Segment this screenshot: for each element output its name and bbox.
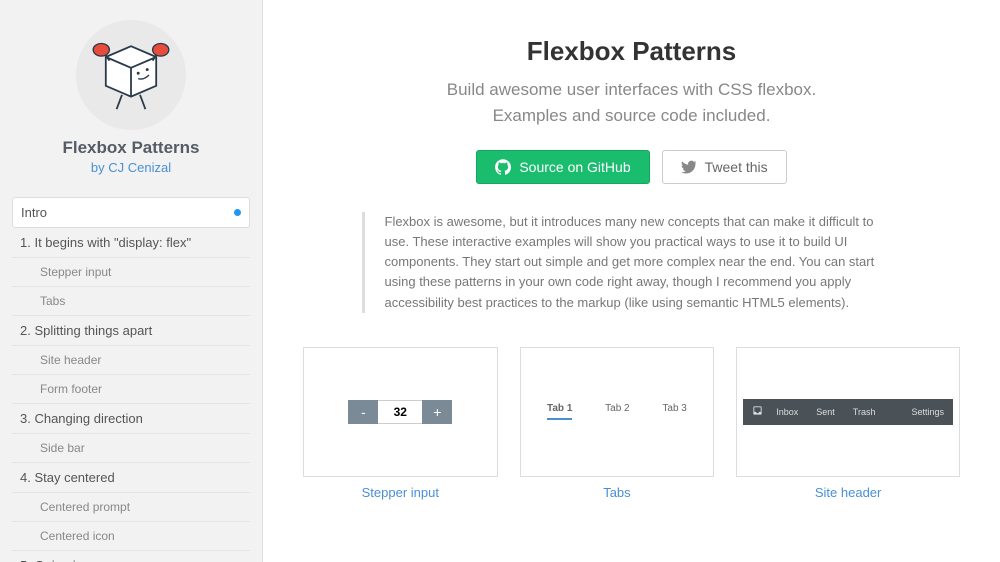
card-preview: Tab 1 Tab 2 Tab 3 — [520, 347, 715, 477]
tweet-button[interactable]: Tweet this — [662, 150, 787, 184]
header-item: Inbox — [767, 407, 807, 417]
header-item: Trash — [844, 407, 885, 417]
nav-item-label: 5. Going in reverse — [20, 558, 130, 562]
nav-item-label: Centered icon — [40, 529, 115, 543]
nav-item[interactable]: Stepper input — [12, 258, 250, 287]
stepper-value — [378, 400, 422, 424]
card-label: Stepper input — [303, 485, 498, 500]
nav-item-label: 1. It begins with "display: flex" — [20, 235, 191, 250]
cube-boxer-logo — [86, 30, 176, 120]
site-header-preview: Inbox Sent Trash Settings — [743, 399, 953, 425]
nav-item-label: 3. Changing direction — [20, 411, 143, 426]
button-row: Source on GitHub Tweet this — [303, 150, 960, 184]
nav-item-label: Form footer — [40, 382, 102, 396]
card-label: Site header — [736, 485, 960, 500]
header-item: Settings — [902, 407, 953, 417]
main-content: Flexbox Patterns Build awesome user inte… — [263, 0, 1000, 562]
tab-item: Tab 2 — [605, 403, 629, 420]
card-site-header[interactable]: Inbox Sent Trash Settings Site header — [736, 347, 960, 500]
card-label: Tabs — [520, 485, 715, 500]
sidebar: Flexbox Patterns by CJ Cenizal Intro 1. I… — [0, 0, 263, 562]
nav-item[interactable]: Side bar — [12, 434, 250, 463]
page-title: Flexbox Patterns — [303, 36, 960, 67]
nav-item-label: Centered prompt — [40, 500, 130, 514]
source-github-button[interactable]: Source on GitHub — [476, 150, 649, 184]
nav-item[interactable]: 4. Stay centered — [12, 463, 250, 493]
nav-item[interactable]: 2. Splitting things apart — [12, 316, 250, 346]
nav-item[interactable]: 5. Going in reverse — [12, 551, 250, 562]
header-item: Sent — [807, 407, 844, 417]
nav-item[interactable]: Centered prompt — [12, 493, 250, 522]
nav-item[interactable]: Site header — [12, 346, 250, 375]
card-tabs[interactable]: Tab 1 Tab 2 Tab 3 Tabs — [520, 347, 715, 500]
sidebar-nav: Intro 1. It begins with "display: flex" St… — [0, 197, 262, 562]
nav-item-label: Site header — [40, 353, 101, 367]
sidebar-byline[interactable]: by CJ Cenizal — [10, 160, 252, 175]
tabs-preview: Tab 1 Tab 2 Tab 3 — [531, 403, 704, 420]
nav-item-label: Side bar — [40, 441, 85, 455]
sidebar-header: Flexbox Patterns by CJ Cenizal — [0, 0, 262, 197]
github-icon — [495, 159, 511, 175]
logo-circle — [76, 20, 186, 130]
example-cards: - + Stepper input Tab 1 Tab 2 Tab 3 Tabs — [303, 347, 960, 500]
nav-item[interactable]: Intro — [12, 197, 250, 228]
nav-item[interactable]: Centered icon — [12, 522, 250, 551]
stepper-minus-button: - — [348, 400, 378, 424]
tab-item: Tab 3 — [662, 403, 686, 420]
nav-item[interactable]: 3. Changing direction — [12, 404, 250, 434]
intro-paragraph: Flexbox is awesome, but it introduces ma… — [362, 212, 902, 313]
active-indicator-dot — [234, 209, 241, 216]
inbox-icon — [743, 405, 767, 418]
nav-item[interactable]: Tabs — [12, 287, 250, 316]
nav-item-label: 4. Stay centered — [20, 470, 115, 485]
card-preview: Inbox Sent Trash Settings — [736, 347, 960, 477]
stepper-plus-button: + — [422, 400, 452, 424]
nav-item-label: Tabs — [40, 294, 65, 308]
stepper-preview: - + — [348, 400, 452, 424]
nav-item[interactable]: Form footer — [12, 375, 250, 404]
twitter-icon — [681, 159, 697, 175]
card-stepper-input[interactable]: - + Stepper input — [303, 347, 498, 500]
tab-item: Tab 1 — [547, 403, 572, 420]
nav-item-label: Intro — [21, 205, 47, 220]
page-subtitle: Build awesome user interfaces with CSS f… — [303, 77, 960, 128]
sidebar-title: Flexbox Patterns — [10, 138, 252, 158]
nav-item-label: Stepper input — [40, 265, 111, 279]
nav-item[interactable]: 1. It begins with "display: flex" — [12, 228, 250, 258]
card-preview: - + — [303, 347, 498, 477]
nav-item-label: 2. Splitting things apart — [20, 323, 152, 338]
